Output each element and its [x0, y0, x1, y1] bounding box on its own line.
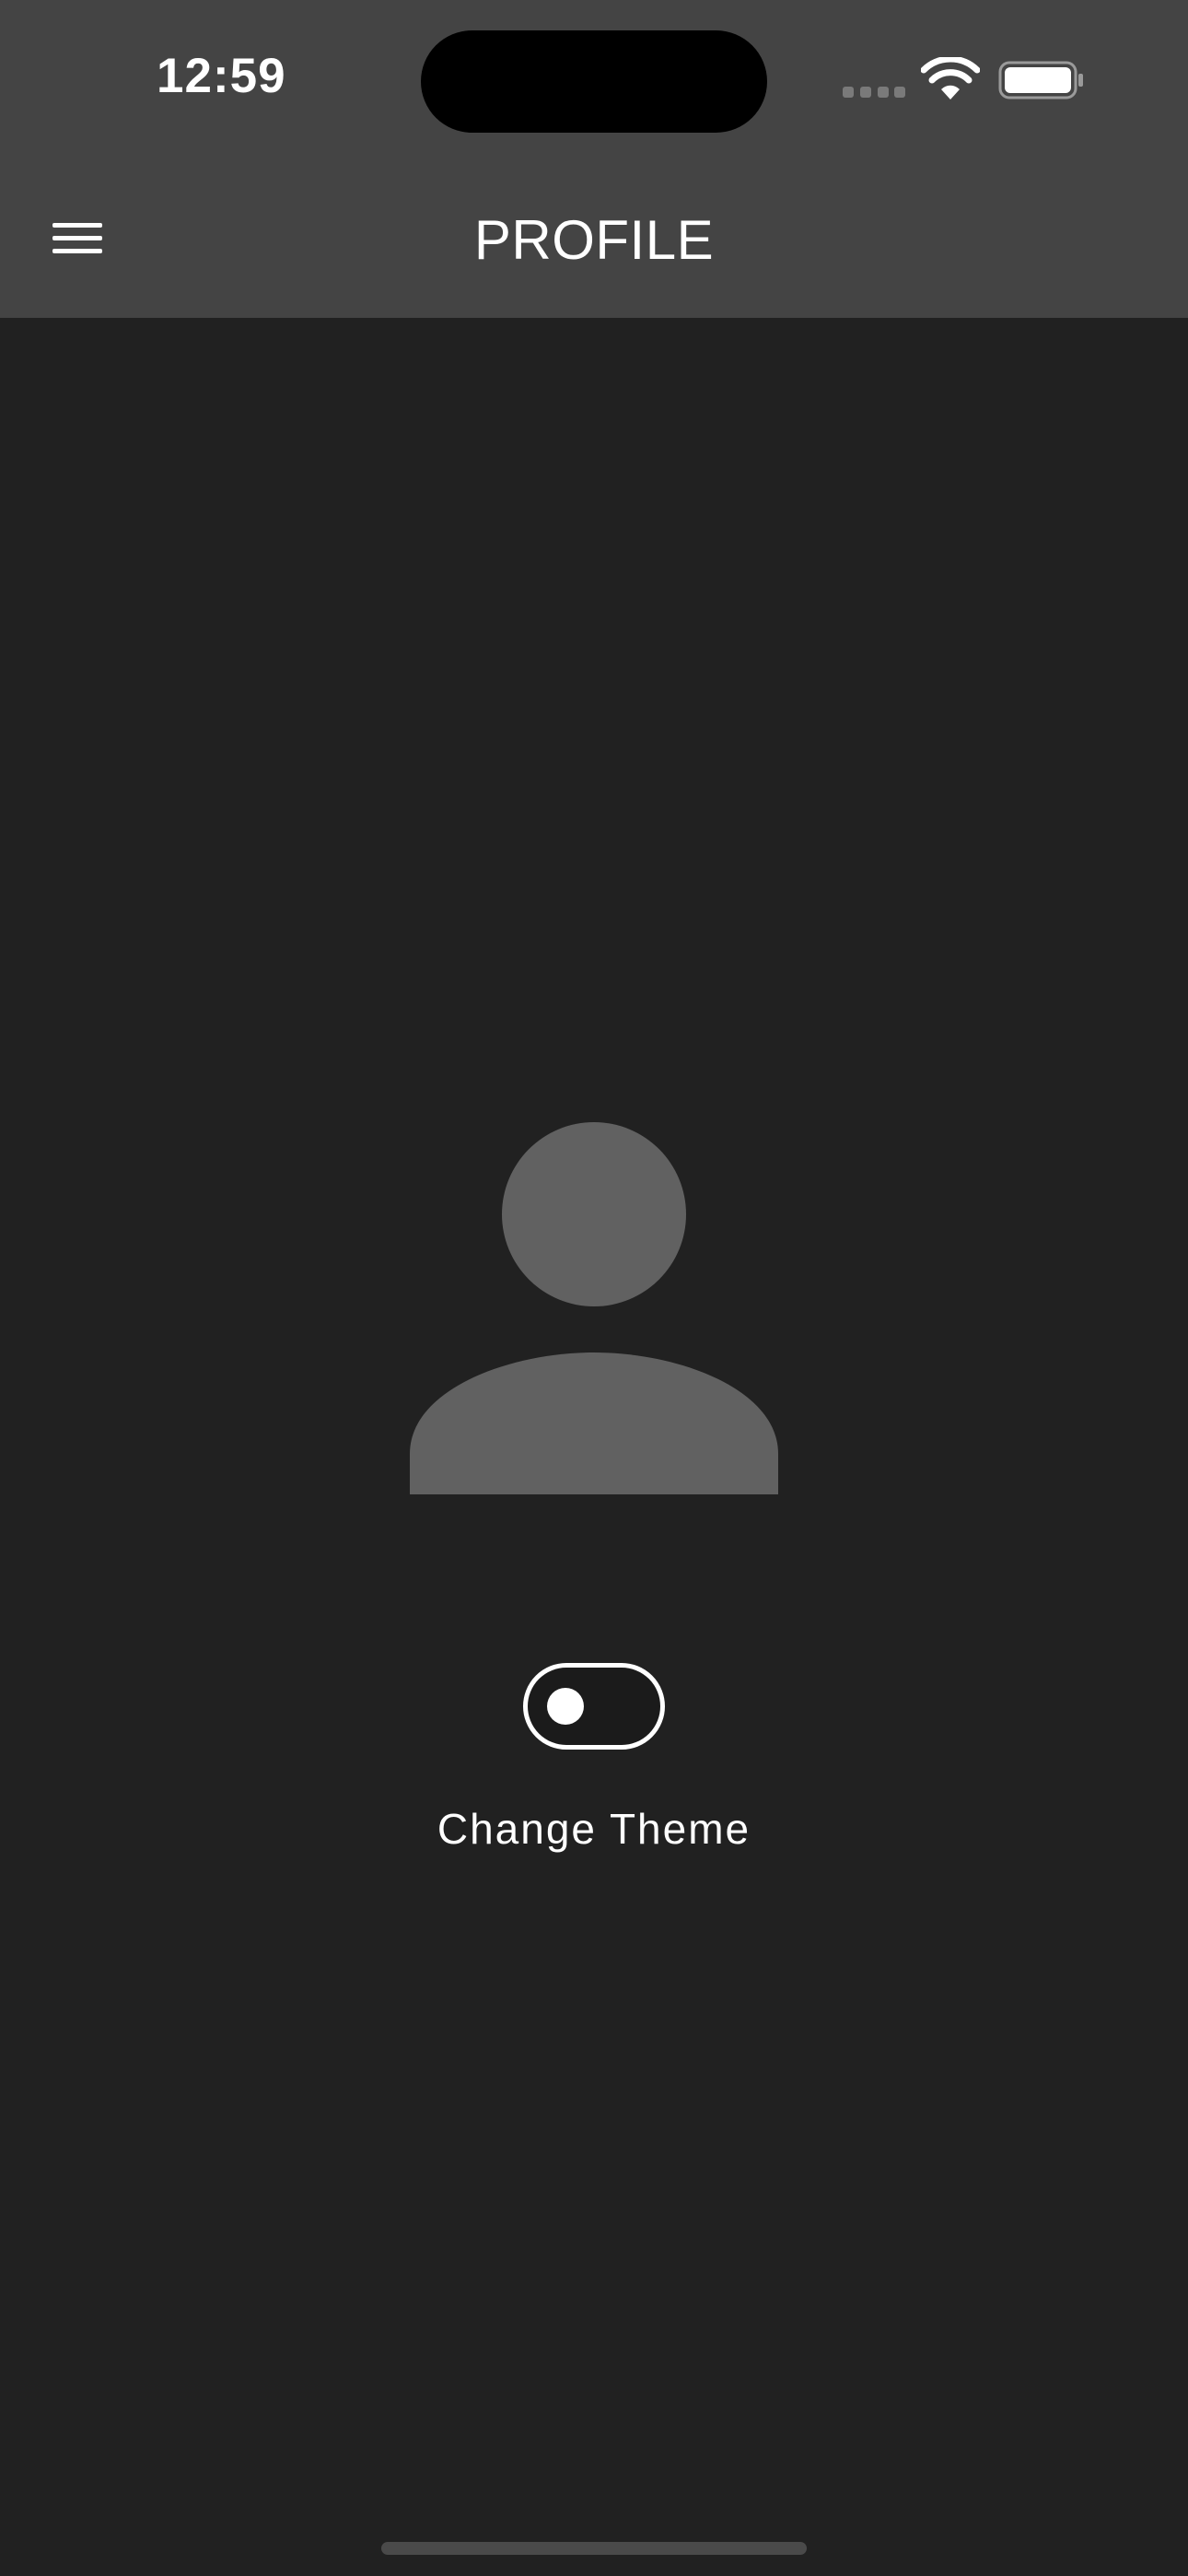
theme-toggle-switch[interactable] — [523, 1663, 665, 1750]
header: 12:59 PROFILE — [0, 0, 1188, 318]
profile-screen: 12:59 PROFILE Change Theme — [0, 0, 1188, 2576]
toggle-knob — [547, 1688, 584, 1725]
dynamic-island — [421, 30, 767, 133]
battery-icon — [998, 61, 1083, 100]
status-time: 12:59 — [157, 49, 286, 103]
user-avatar-placeholder-icon — [410, 1122, 778, 1494]
theme-toggle-label: Change Theme — [437, 1805, 751, 1853]
home-indicator[interactable] — [381, 2542, 807, 2555]
wifi-icon — [921, 57, 980, 100]
cellular-signal-icon — [843, 87, 905, 98]
page-title: PROFILE — [473, 209, 715, 271]
